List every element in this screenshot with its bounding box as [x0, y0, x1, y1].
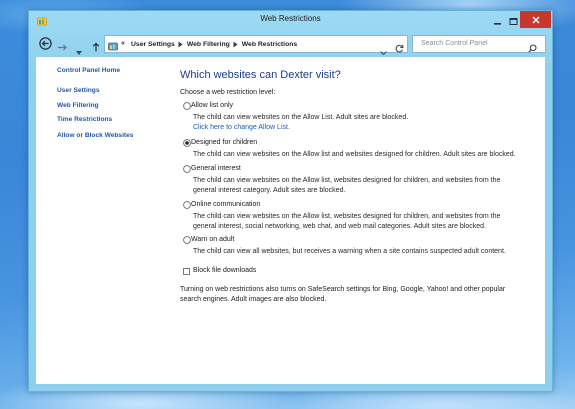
chevron-right-icon[interactable] — [233, 41, 238, 48]
breadcrumb-web-restrictions[interactable]: Web Restrictions — [242, 41, 297, 48]
search-placeholder: Search Control Panel — [421, 40, 488, 47]
sidebar-link-web-filtering[interactable]: Web Filtering — [57, 101, 99, 111]
control-panel-window: Web Restrictions « User Settings Web Fil… — [28, 10, 553, 392]
maximize-button[interactable] — [508, 14, 519, 25]
option-description: The child can view websites on the Allow… — [193, 212, 500, 232]
note-line: search engines. Adult images are also bl… — [180, 296, 327, 303]
page-title: Which websites can Dexter visit? — [180, 69, 341, 81]
option-description: The child can view websites on the Allow… — [193, 176, 500, 196]
control-panel-icon — [108, 39, 118, 57]
chevron-right-icon[interactable] — [178, 41, 183, 48]
option-label[interactable]: Designed for children — [191, 138, 257, 148]
radio-button[interactable] — [183, 165, 191, 173]
maximize-icon — [509, 18, 518, 25]
description-line: The child can view websites on the Allow… — [193, 213, 501, 220]
option-label[interactable]: Online communication — [191, 200, 260, 210]
search-button[interactable] — [528, 40, 537, 58]
restriction-option-online-communication: Online communication The child can view … — [180, 200, 540, 240]
search-input[interactable]: Search Control Panel — [412, 35, 546, 53]
close-button[interactable] — [520, 11, 551, 28]
note-line: Turning on web restrictions also turns o… — [180, 286, 506, 293]
description-line: general interest category. Adult sites a… — [193, 187, 346, 194]
restriction-level-prompt: Choose a web restriction level: — [180, 89, 276, 96]
window-title: Web Restrictions — [260, 14, 321, 23]
safesearch-note: Turning on web restrictions also turns o… — [180, 285, 505, 305]
block-file-downloads-option: Block file downloads — [180, 266, 380, 276]
option-label[interactable]: General interest — [191, 164, 241, 174]
option-description: The child can view all websites, but rec… — [193, 247, 506, 257]
search-icon — [528, 43, 537, 53]
sidebar-link-time-restrictions[interactable]: Time Restrictions — [57, 115, 112, 125]
option-label[interactable]: Warn on adult — [191, 235, 234, 245]
minimize-icon — [494, 23, 501, 25]
description-line: The child can view websites on the Allow… — [193, 151, 516, 158]
refresh-icon — [395, 44, 404, 52]
radio-button[interactable] — [183, 139, 191, 147]
change-allow-list-link[interactable]: Click here to change Allow List. — [193, 123, 408, 133]
sidebar-link-control-panel-home[interactable]: Control Panel Home — [57, 66, 120, 76]
refresh-button[interactable] — [395, 40, 404, 58]
breadcrumb-user-settings[interactable]: User Settings — [131, 41, 175, 48]
option-description: The child can view websites on the Allow… — [193, 113, 408, 133]
description-line: general interest, social networking, web… — [193, 223, 486, 230]
back-arrow-icon — [39, 37, 52, 50]
option-label[interactable]: Allow list only — [191, 101, 233, 111]
up-arrow-icon — [92, 42, 100, 52]
description-line: The child can view websites on the Allow… — [193, 177, 501, 184]
title-bar[interactable]: Web Restrictions — [29, 11, 552, 33]
forward-button[interactable] — [57, 39, 68, 57]
description-line: The child can view websites on the Allow… — [193, 114, 409, 121]
sidebar-link-allow-or-block-websites[interactable]: Allow or Block Websites — [57, 131, 133, 141]
sidebar-link-user-settings[interactable]: User Settings — [57, 86, 100, 96]
option-description: The child can view websites on the Allow… — [193, 150, 516, 160]
minimize-button[interactable] — [492, 14, 503, 25]
radio-button[interactable] — [183, 236, 191, 244]
recent-locations-icon — [76, 51, 82, 55]
radio-button[interactable] — [183, 201, 191, 209]
breadcrumb-overflow[interactable]: « — [121, 36, 125, 52]
back-button[interactable] — [39, 37, 52, 55]
breadcrumb-web-filtering[interactable]: Web Filtering — [187, 41, 230, 48]
block-file-downloads-checkbox[interactable] — [183, 267, 190, 275]
radio-button[interactable] — [183, 102, 191, 110]
close-icon — [531, 15, 540, 24]
dropdown-icon — [380, 51, 387, 56]
checkbox-label[interactable]: Block file downloads — [193, 266, 256, 276]
restriction-option-allow-list-only: Allow list only The child can view websi… — [180, 101, 540, 141]
up-button[interactable] — [92, 39, 100, 57]
forward-arrow-icon — [58, 44, 67, 51]
address-bar[interactable]: « User Settings Web Filtering Web Restri… — [104, 35, 408, 56]
restriction-option-general-interest: General interest The child can view webs… — [180, 164, 540, 204]
description-line: The child can view all websites, but rec… — [193, 248, 506, 255]
content-pane: Control Panel Home User Settings Web Fil… — [36, 57, 545, 384]
breadcrumb: User Settings Web Filtering Web Restrict… — [131, 36, 297, 52]
